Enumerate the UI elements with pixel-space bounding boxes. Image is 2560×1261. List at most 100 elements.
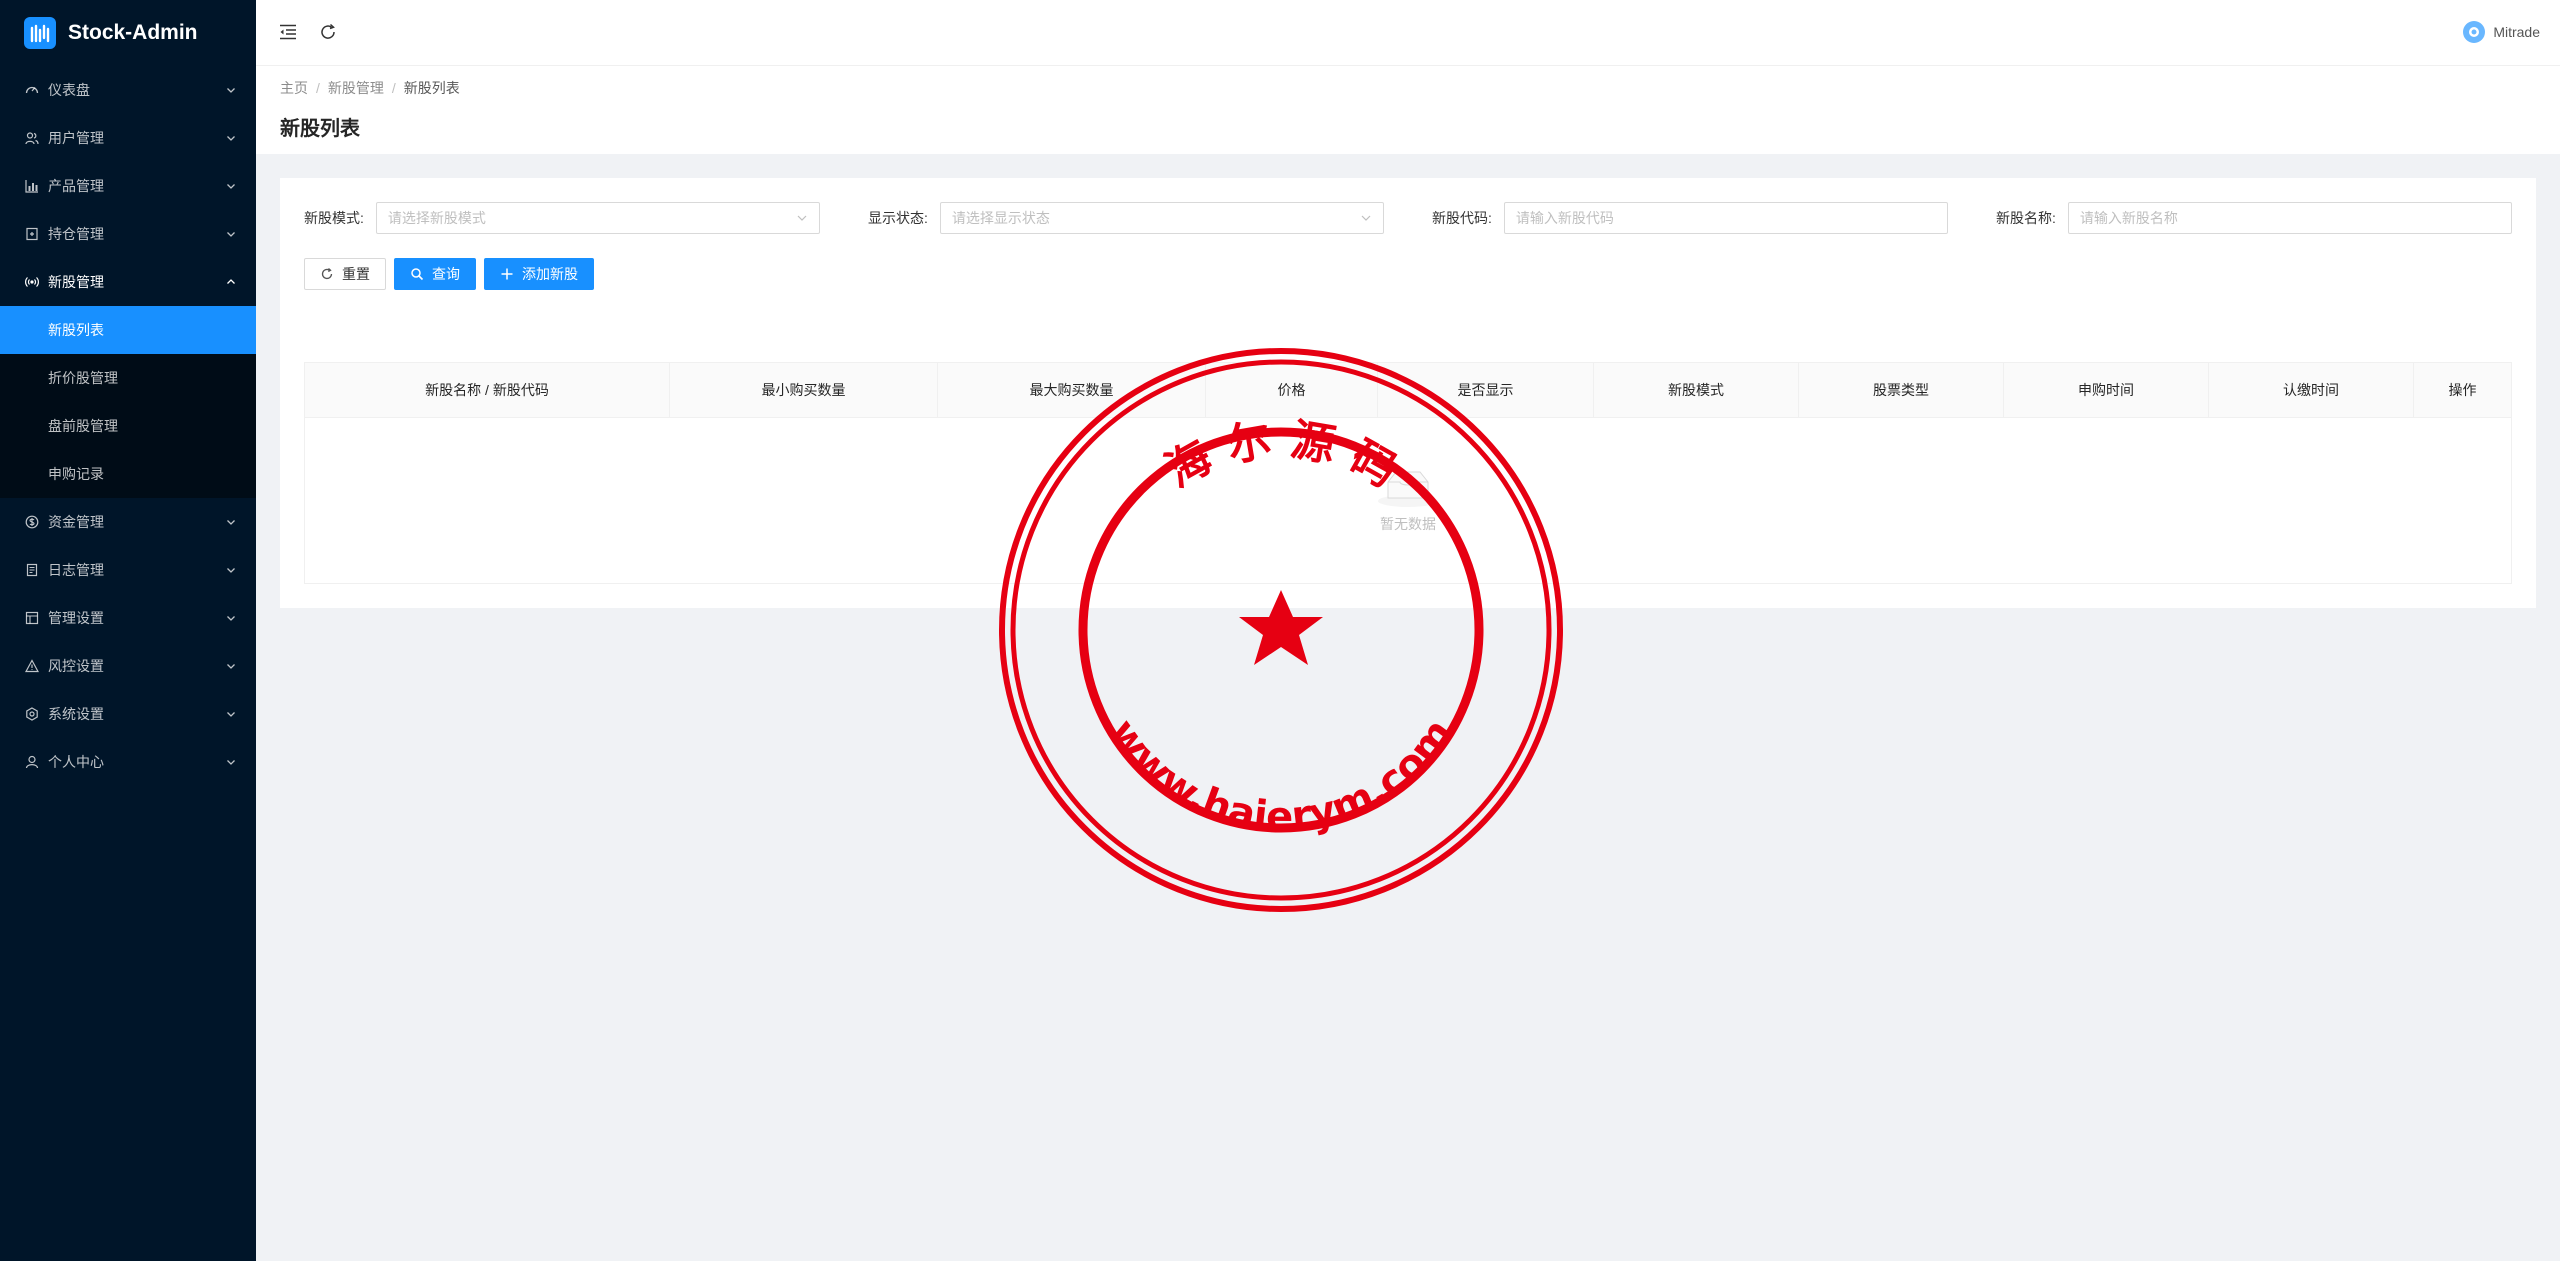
breadcrumb-separator: / [391,80,396,96]
sidebar-item-positions[interactable]: 持仓管理 [0,210,256,258]
ipo-name-input[interactable] [2079,210,2500,226]
chevron-down-icon [227,616,235,621]
column-header: 新股名称 / 新股代码 [305,363,670,417]
sidebar-item-dashboard[interactable]: 仪表盘 [0,66,256,114]
column-header: 申购时间 [2004,363,2209,417]
sidebar-item-funds[interactable]: 资金管理 [0,498,256,546]
filter-label: 新股代码: [1432,210,1492,226]
avatar [2463,21,2486,43]
add-ipo-button[interactable]: 添加新股 [484,258,594,290]
empty-text: 暂无数据 [1380,515,1436,532]
reload-icon [321,268,333,280]
column-header: 操作 [2448,382,2477,398]
dashboard-icon [24,82,40,98]
user-icon [24,754,40,770]
column-header: 股票类型 [1799,363,2004,417]
chevron-up-icon [227,279,235,284]
column-header: 最大购买数量 [938,363,1206,417]
chevron-down-icon [227,664,235,669]
chevron-down-icon [227,520,235,525]
app-title: Stock-Admin [68,21,198,44]
query-label: 查询 [432,266,460,282]
select-placeholder: 请选择新股模式 [387,210,486,226]
sidebar-item-label: 新股管理 [48,274,104,290]
sidebar-item-products[interactable]: 产品管理 [0,162,256,210]
sidebar-item-label: 系统设置 [48,706,104,722]
filter-ipo-name: 新股名称: [1996,202,2512,234]
chevron-down-icon [227,760,235,765]
empty-state: 暂无数据 [305,418,2511,583]
logo-icon [24,17,56,49]
select-placeholder: 请选择显示状态 [951,210,1050,226]
user-menu[interactable]: Mitrade [2463,21,2540,43]
user-group-icon [24,130,40,146]
bar-chart-icon [24,178,40,194]
reload-icon[interactable] [318,22,338,42]
sidebar-item-label: 产品管理 [48,178,104,194]
ipo-name-field [2067,202,2512,234]
ipo-code-field [1503,202,1948,234]
search-icon [411,268,424,281]
sidebar-item-users[interactable]: 用户管理 [0,114,256,162]
filter-form: 新股模式: 请选择新股模式 显示状态: 请选择显示状态 新股代码: 新股名称: [304,202,2512,234]
query-button[interactable]: 查询 [394,258,476,290]
chevron-down-icon [227,712,235,717]
column-header: 是否显示 [1378,363,1594,417]
empty-box-icon [1378,471,1438,507]
sidebar-item-label: 仪表盘 [48,82,90,98]
page-title: 新股列表 [280,118,360,140]
filter-ipo-mode: 新股模式: 请选择新股模式 [304,202,868,234]
user-name: Mitrade [2493,24,2540,40]
display-status-select[interactable]: 请选择显示状态 [939,202,1384,234]
ipo-code-input[interactable] [1515,210,1936,226]
sidebar-item-admin-settings[interactable]: 管理设置 [0,594,256,642]
breadcrumb: 主页 / 新股管理 / 新股列表 [280,78,2536,98]
filter-label: 新股模式: [304,210,364,226]
ipo-submenu: 新股列表 折价股管理 盘前股管理 申购记录 [0,306,256,498]
radio-icon [24,274,40,290]
column-header: 认缴时间 [2209,363,2414,417]
filter-ipo-code: 新股代码: [1432,202,1996,234]
breadcrumb-ipo-management[interactable]: 新股管理 [328,78,384,98]
sidebar-item-label: 管理设置 [48,610,104,626]
sidebar-item-discount-stocks[interactable]: 折价股管理 [0,354,256,402]
sidebar-item-label: 日志管理 [48,562,104,578]
content-card: 新股模式: 请选择新股模式 显示状态: 请选择显示状态 新股代码: 新股名称: [280,178,2536,608]
reset-button[interactable]: 重置 [304,258,386,290]
sidebar-item-premarket-stocks[interactable]: 盘前股管理 [0,402,256,450]
gear-icon [24,706,40,722]
page-header: 主页 / 新股管理 / 新股列表 新股列表 [256,66,2560,154]
sidebar-item-label: 资金管理 [48,514,104,530]
sidebar-item-label: 用户管理 [48,130,104,146]
filter-label: 新股名称: [1996,210,2056,226]
breadcrumb-current: 新股列表 [403,80,460,96]
wallet-icon [24,226,40,242]
chevron-down-icon [227,232,235,237]
settings-box-icon [24,610,40,626]
sidebar-item-ipo-list[interactable]: 新股列表 [0,306,256,354]
chevron-down-icon [797,215,807,221]
sidebar-item-system-settings[interactable]: 系统设置 [0,690,256,738]
ipo-mode-select[interactable]: 请选择新股模式 [375,202,820,234]
chevron-down-icon [227,88,235,93]
reset-label: 重置 [342,266,370,282]
sidebar-item-logs[interactable]: 日志管理 [0,546,256,594]
sidebar-item-ipo[interactable]: 新股管理 [0,258,256,306]
sidebar-item-profile[interactable]: 个人中心 [0,738,256,786]
table-header: 新股名称 / 新股代码 最小购买数量 最大购买数量 价格 是否显示 新股模式 股… [305,363,2511,418]
sidebar-item-risk-settings[interactable]: 风控设置 [0,642,256,690]
app-logo[interactable]: Stock-Admin [0,0,256,66]
sidebar-item-label: 个人中心 [48,754,104,770]
add-ipo-label: 添加新股 [522,266,578,282]
filter-display-status: 显示状态: 请选择显示状态 [868,202,1432,234]
sidebar: Stock-Admin 仪表盘 用户管理 产品管理 持仓管理 新股管理 新股列表… [0,0,256,1261]
ipo-table: 新股名称 / 新股代码 最小购买数量 最大购买数量 价格 是否显示 新股模式 股… [304,362,2512,584]
menu-fold-icon[interactable] [278,22,298,42]
chevron-down-icon [227,136,235,141]
breadcrumb-home[interactable]: 主页 [280,78,308,98]
sidebar-item-label: 风控设置 [48,658,104,674]
dollar-circle-icon [24,514,40,530]
chevron-down-icon [227,568,235,573]
column-header: 新股模式 [1594,363,1799,417]
sidebar-item-subscription-records[interactable]: 申购记录 [0,450,256,498]
